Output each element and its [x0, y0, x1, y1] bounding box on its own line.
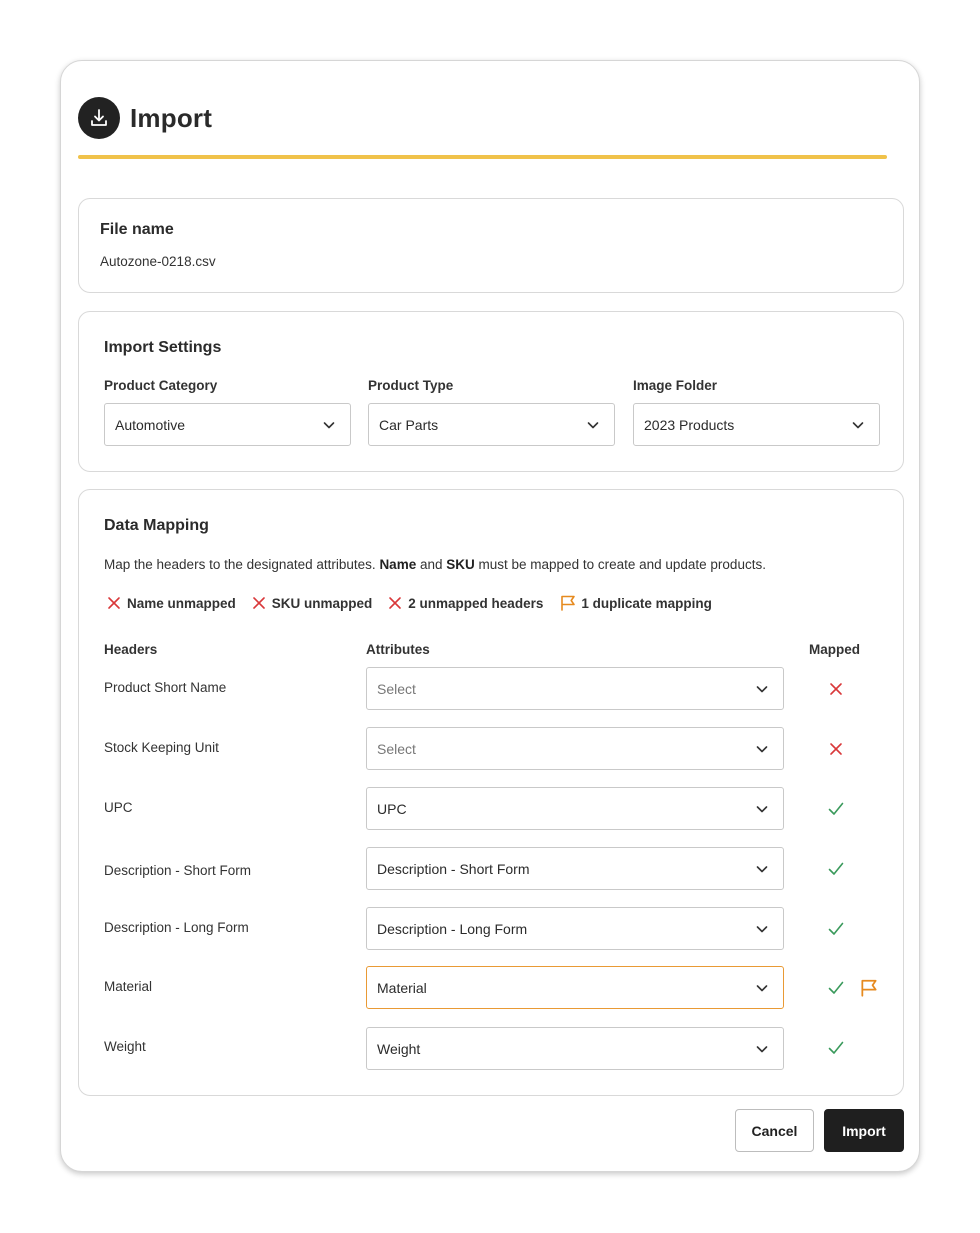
- data-mapping-description: Map the headers to the designated attrib…: [104, 557, 766, 572]
- image-folder-value: 2023 Products: [644, 416, 735, 433]
- import-settings-card: Import Settings Product Category Automot…: [78, 311, 904, 472]
- import-dialog: Import File name Autozone-0218.csv Impor…: [60, 60, 920, 1172]
- import-button[interactable]: Import: [824, 1109, 904, 1152]
- x-icon: [108, 597, 120, 609]
- row-header-stock-keeping-unit: Stock Keeping Unit: [104, 740, 219, 755]
- mapped-column-label: Mapped: [809, 642, 861, 657]
- download-icon: [78, 97, 120, 139]
- attribute-select-description-short-form[interactable]: Description - Short Form: [366, 847, 784, 890]
- product-type-label: Product Type: [368, 378, 454, 393]
- check-icon: [828, 862, 844, 875]
- attribute-select-upc[interactable]: UPC: [366, 787, 784, 830]
- import-settings-title: Import Settings: [104, 339, 222, 356]
- status-duplicate-mapping: 1 duplicate mapping: [559, 594, 712, 612]
- chevron-down-icon: [756, 806, 768, 813]
- dialog-title: Import: [130, 102, 213, 133]
- chevron-down-icon: [756, 1046, 768, 1053]
- chevron-down-icon: [323, 422, 335, 429]
- chevron-down-icon: [756, 686, 768, 693]
- row-header-weight: Weight: [104, 1039, 146, 1054]
- status-name-unmapped: Name unmapped: [107, 596, 236, 611]
- chevron-down-icon: [756, 985, 768, 992]
- flag-icon: [861, 979, 877, 997]
- chevron-down-icon: [852, 422, 864, 429]
- header-divider: [78, 155, 887, 159]
- row-header-description-short-form: Description - Short Form: [104, 863, 252, 878]
- attribute-select-stock-keeping-unit[interactable]: Select: [366, 727, 784, 770]
- check-icon: [828, 802, 844, 815]
- x-icon: [252, 597, 265, 609]
- product-type-value: Car Parts: [379, 416, 439, 433]
- image-folder-label: Image Folder: [633, 378, 718, 393]
- data-mapping-card: Data Mapping Map the headers to the desi…: [78, 489, 904, 1096]
- file-name-label: File name: [100, 221, 174, 238]
- product-category-label: Product Category: [104, 378, 218, 393]
- attribute-select-description-long-form[interactable]: Description - Long Form: [366, 907, 784, 950]
- check-icon: [828, 1041, 844, 1054]
- row-header-material: Material: [104, 979, 153, 994]
- check-icon: [828, 922, 844, 935]
- data-mapping-title: Data Mapping: [104, 517, 209, 534]
- row-header-description-long-form: Description - Long Form: [104, 920, 249, 935]
- status-unmapped-headers: 2 unmapped headers: [388, 596, 543, 611]
- attributes-column-label: Attributes: [366, 642, 430, 657]
- image-folder-select[interactable]: 2023 Products: [633, 403, 880, 446]
- chevron-down-icon: [756, 746, 768, 753]
- x-icon: [389, 597, 402, 609]
- row-header-product-short-name: Product Short Name: [104, 680, 227, 695]
- file-name-value: Autozone-0218.csv: [100, 254, 216, 269]
- flag-icon: [561, 595, 576, 611]
- chevron-down-icon: [756, 866, 768, 873]
- file-name-card: File name Autozone-0218.csv: [78, 198, 904, 293]
- cancel-button[interactable]: Cancel: [735, 1109, 814, 1152]
- row-header-upc: UPC: [104, 800, 133, 815]
- dialog-header: Import: [78, 97, 212, 139]
- mapping-status-summary: Name unmapped SKU unmapped 2 unmapped he…: [107, 594, 728, 612]
- attribute-select-weight[interactable]: Weight: [366, 1027, 784, 1070]
- attribute-select-product-short-name[interactable]: Select: [366, 667, 784, 710]
- headers-column-label: Headers: [104, 642, 158, 657]
- attribute-select-material[interactable]: Material: [366, 966, 784, 1009]
- chevron-down-icon: [587, 422, 599, 429]
- check-icon: [828, 981, 844, 994]
- product-category-value: Automotive: [115, 416, 186, 433]
- x-icon: [830, 683, 842, 695]
- status-sku-unmapped: SKU unmapped: [252, 596, 372, 611]
- x-icon: [830, 743, 842, 755]
- chevron-down-icon: [756, 926, 768, 933]
- product-category-select[interactable]: Automotive: [104, 403, 351, 446]
- product-type-select[interactable]: Car Parts: [368, 403, 615, 446]
